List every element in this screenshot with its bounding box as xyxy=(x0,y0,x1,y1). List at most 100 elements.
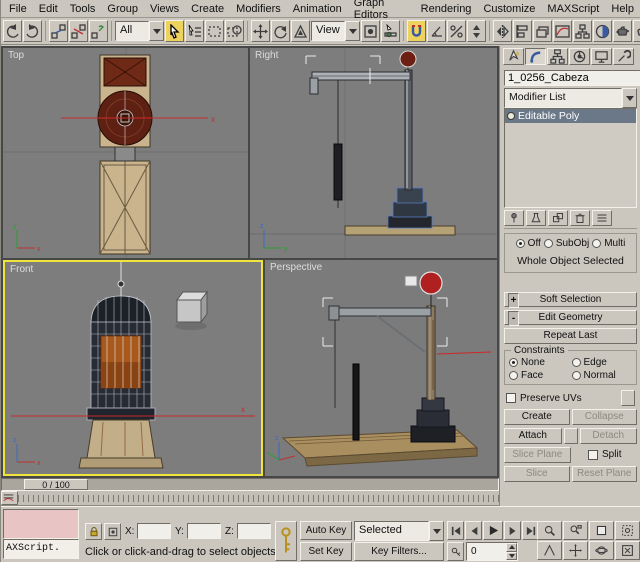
pin-stack-icon[interactable] xyxy=(504,210,524,226)
zoom-all-icon[interactable] xyxy=(563,521,588,540)
radio-off[interactable] xyxy=(516,239,525,248)
current-frame-field[interactable]: 0 xyxy=(466,542,518,561)
menu-item-rendering[interactable]: Rendering xyxy=(415,1,478,17)
tab-modify-icon[interactable] xyxy=(525,48,546,65)
show-end-result-icon[interactable] xyxy=(526,210,546,226)
bind-to-space-warp-icon[interactable] xyxy=(89,20,108,42)
use-pivot-point-center-icon[interactable] xyxy=(361,20,380,42)
schematic-view-icon[interactable] xyxy=(573,20,592,42)
tab-utilities-icon[interactable] xyxy=(613,48,634,65)
reset-plane-button[interactable]: Reset Plane xyxy=(572,466,638,482)
open-mini-curve-editor-icon[interactable] xyxy=(1,491,18,505)
zoom-region-icon[interactable] xyxy=(615,521,640,540)
quick-render-icon[interactable] xyxy=(633,20,640,42)
create-button[interactable]: Create xyxy=(504,409,570,425)
undo-icon[interactable] xyxy=(3,20,22,42)
menu-item-file[interactable]: File xyxy=(3,1,33,17)
menu-item-help[interactable]: Help xyxy=(605,1,640,17)
go-to-start-icon[interactable] xyxy=(447,521,464,540)
select-object-icon[interactable] xyxy=(165,20,184,42)
maxscript-macro-recorder[interactable] xyxy=(3,509,79,539)
track-bar[interactable] xyxy=(1,491,499,506)
chevron-down-icon[interactable] xyxy=(149,21,164,41)
attach-list-button[interactable] xyxy=(564,428,578,444)
chevron-down-icon[interactable] xyxy=(622,88,637,108)
viewport-perspective[interactable]: Perspective xyxy=(265,260,497,476)
field-of-view-icon[interactable] xyxy=(537,541,562,560)
menu-item-group[interactable]: Group xyxy=(101,1,144,17)
pan-icon[interactable] xyxy=(563,541,588,560)
rollout-soft-selection[interactable]: + Soft Selection xyxy=(504,292,637,307)
menu-item-modifiers[interactable]: Modifiers xyxy=(230,1,287,17)
set-keys-key-icon[interactable] xyxy=(275,521,297,561)
collapse-button[interactable]: Collapse xyxy=(572,409,638,425)
menu-item-tools[interactable]: Tools xyxy=(64,1,102,17)
key-mode-toggle-icon[interactable] xyxy=(447,542,464,561)
menu-item-create[interactable]: Create xyxy=(185,1,230,17)
repeat-last-button[interactable]: Repeat Last xyxy=(504,328,637,344)
chevron-down-icon[interactable] xyxy=(429,521,444,541)
maximize-viewport-toggle-icon[interactable] xyxy=(615,541,640,560)
mirror-icon[interactable] xyxy=(493,20,512,42)
object-name-field[interactable] xyxy=(504,70,640,86)
tab-hierarchy-icon[interactable] xyxy=(547,48,568,65)
zoom-icon[interactable] xyxy=(537,521,562,540)
coord-y-field[interactable] xyxy=(187,523,221,539)
collapse-icon[interactable]: - xyxy=(508,311,519,326)
viewport-right-label[interactable]: Right xyxy=(255,50,278,61)
rollout-edit-geometry[interactable]: - Edit Geometry xyxy=(504,310,637,325)
select-and-move-icon[interactable] xyxy=(251,20,270,42)
attach-button[interactable]: Attach xyxy=(504,428,562,444)
viewport-front-label[interactable]: Front xyxy=(10,264,33,275)
menu-item-views[interactable]: Views xyxy=(144,1,185,17)
viewport-perspective-label[interactable]: Perspective xyxy=(270,262,322,273)
menu-item-maxscript[interactable]: MAXScript xyxy=(541,1,605,17)
radio-constraint-edge[interactable] xyxy=(572,358,581,367)
chevron-down-icon[interactable] xyxy=(345,21,360,41)
time-slider-thumb[interactable]: 0 / 100 xyxy=(24,479,88,490)
snap-toggle-3d-icon[interactable] xyxy=(407,20,426,42)
material-editor-icon[interactable] xyxy=(593,20,612,42)
coord-z-field[interactable] xyxy=(237,523,271,539)
redo-icon[interactable] xyxy=(23,20,42,42)
play-animation-icon[interactable] xyxy=(483,521,503,540)
rectangular-selection-region-icon[interactable] xyxy=(205,20,224,42)
absolute-offset-mode-icon[interactable] xyxy=(104,523,121,540)
spinner-snap-icon[interactable] xyxy=(467,20,486,42)
select-and-manipulate-icon[interactable] xyxy=(381,20,400,42)
expand-icon[interactable]: + xyxy=(508,293,519,308)
radio-constraint-face[interactable] xyxy=(509,371,518,380)
make-unique-icon[interactable] xyxy=(548,210,568,226)
modifier-list-dropdown[interactable]: Modifier List xyxy=(504,88,637,106)
split-checkbox[interactable] xyxy=(588,450,598,460)
curve-editor-icon[interactable] xyxy=(553,20,572,42)
viewport-top[interactable]: Top x xyxy=(3,48,248,258)
select-and-link-icon[interactable] xyxy=(49,20,68,42)
viewport-front[interactable]: Front xyxy=(3,260,263,476)
menu-item-edit[interactable]: Edit xyxy=(33,1,64,17)
key-filters-button[interactable]: Key Filters... xyxy=(354,542,444,561)
radio-constraint-none[interactable] xyxy=(509,358,518,367)
next-frame-icon[interactable] xyxy=(504,521,521,540)
reference-coordinate-dropdown[interactable]: View xyxy=(311,21,360,41)
remove-modifier-icon[interactable] xyxy=(570,210,590,226)
render-setup-icon[interactable] xyxy=(613,20,632,42)
unlink-selection-icon[interactable] xyxy=(69,20,88,42)
slice-plane-button[interactable]: Slice Plane xyxy=(504,447,571,463)
tab-motion-icon[interactable] xyxy=(569,48,590,65)
selection-lock-icon[interactable] xyxy=(85,523,102,540)
angle-snap-icon[interactable] xyxy=(427,20,446,42)
previous-frame-icon[interactable] xyxy=(465,521,482,540)
preserve-uvs-settings-button[interactable] xyxy=(621,390,635,406)
select-by-name-icon[interactable] xyxy=(185,20,204,42)
select-and-rotate-icon[interactable] xyxy=(271,20,290,42)
menu-item-customize[interactable]: Customize xyxy=(477,1,541,17)
viewport-right[interactable]: Right xyxy=(250,48,497,258)
tab-create-icon[interactable] xyxy=(503,48,524,65)
tab-display-icon[interactable] xyxy=(591,48,612,65)
percent-snap-icon[interactable] xyxy=(447,20,466,42)
radio-constraint-normal[interactable] xyxy=(572,371,581,380)
align-icon[interactable] xyxy=(513,20,532,42)
select-and-scale-icon[interactable] xyxy=(291,20,310,42)
frame-spinner[interactable] xyxy=(506,543,517,560)
